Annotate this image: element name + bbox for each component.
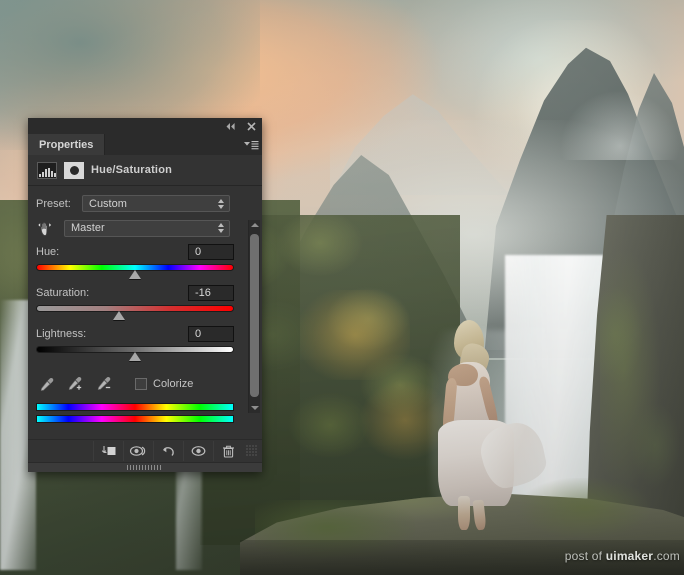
hue-spectrum-bar-bottom[interactable] (36, 415, 234, 423)
channel-row: Master (28, 218, 262, 238)
trash-icon[interactable] (213, 441, 243, 461)
scroll-up-arrow-icon[interactable] (249, 220, 260, 230)
reset-arrow-icon[interactable] (153, 441, 183, 461)
hue-thumb[interactable] (129, 270, 141, 279)
saturation-track-wrap[interactable] (36, 304, 234, 322)
saturation-value-input[interactable]: -16 (188, 285, 234, 301)
saturation-label: Saturation: (36, 287, 89, 299)
colorize-checkbox[interactable] (135, 378, 147, 390)
lightness-label: Lightness: (36, 328, 86, 340)
tabbar-empty-space (105, 134, 240, 155)
lightness-slider-block: Lightness: 0 (28, 326, 262, 363)
eyedropper-minus-icon[interactable] (96, 375, 114, 393)
eyedropper-icon[interactable] (38, 375, 56, 393)
channel-value: Master (71, 222, 216, 234)
tab-properties[interactable]: Properties (28, 134, 105, 155)
panel-drag-strip[interactable] (28, 462, 262, 472)
panel-topbar (28, 118, 262, 134)
preset-spinner-icon[interactable] (216, 197, 225, 210)
adjustment-header: Hue/Saturation (28, 155, 262, 186)
close-icon[interactable] (245, 120, 257, 132)
lightness-slider-head: Lightness: 0 (36, 326, 234, 342)
panel-vertical-scrollbar[interactable] (248, 220, 260, 413)
saturation-track[interactable] (36, 305, 234, 312)
hue-spectrum-bar-top[interactable] (36, 403, 234, 411)
panel-body: Hue/Saturation Preset: Custom (28, 155, 262, 472)
eye-previous-state-icon[interactable] (123, 441, 153, 461)
hue-slider-head: Hue: 0 (36, 244, 234, 260)
colorize-checkbox-group[interactable]: Colorize (135, 378, 193, 390)
channel-spinner-icon[interactable] (216, 222, 225, 235)
panel-footer (28, 439, 262, 462)
panel-menu-icon[interactable] (240, 134, 262, 155)
photoshop-screenshot: post of uimaker.com Properties (0, 0, 684, 575)
eyedropper-plus-icon[interactable] (67, 375, 85, 393)
hue-track-wrap[interactable] (36, 263, 234, 281)
woman-left-leg (458, 496, 470, 530)
channel-select[interactable]: Master (64, 220, 230, 237)
hue-slider-block: Hue: 0 (28, 244, 262, 281)
watermark-prefix: post of (565, 549, 606, 563)
preset-value: Custom (89, 198, 216, 210)
watermark-brand: uimaker (606, 549, 653, 563)
scrollbar-thumb[interactable] (250, 234, 259, 397)
adjustment-controls: Preset: Custom Mas (28, 186, 262, 439)
clip-to-layer-icon[interactable] (93, 441, 123, 461)
saturation-slider-head: Saturation: -16 (36, 285, 234, 301)
preset-select[interactable]: Custom (82, 195, 230, 212)
panel-tabbar: Properties (28, 134, 262, 155)
panel-resize-grip[interactable] (246, 445, 258, 457)
eye-icon[interactable] (183, 441, 213, 461)
targeted-adjustment-hand-icon[interactable] (36, 218, 58, 238)
scroll-down-arrow-icon[interactable] (249, 403, 260, 413)
adjustment-title: Hue/Saturation (91, 164, 172, 176)
layer-mask-icon[interactable] (64, 162, 84, 179)
tab-properties-label: Properties (39, 139, 93, 151)
right-cliff-moss (600, 250, 660, 490)
panel-drag-dots (127, 465, 163, 470)
hue-saturation-adjustment-icon[interactable] (37, 162, 57, 179)
collapse-double-arrow-icon[interactable] (224, 120, 236, 132)
preset-label: Preset: (36, 198, 76, 210)
woman-figure (430, 320, 550, 535)
lightness-track-wrap[interactable] (36, 345, 234, 363)
eyedropper-row: Colorize (28, 367, 262, 399)
lightness-value-input[interactable]: 0 (188, 326, 234, 342)
hue-value-input[interactable]: 0 (188, 244, 234, 260)
properties-panel[interactable]: Properties (28, 118, 262, 472)
spectrum-area (28, 399, 262, 433)
colorize-label: Colorize (153, 378, 193, 390)
preset-row: Preset: Custom (28, 195, 262, 212)
lightness-thumb[interactable] (129, 352, 141, 361)
watermark: post of uimaker.com (565, 549, 680, 563)
saturation-slider-block: Saturation: -16 (28, 285, 262, 322)
autumn-foliage-upper (300, 290, 410, 380)
saturation-thumb[interactable] (113, 311, 125, 320)
watermark-suffix: .com (653, 549, 680, 563)
hue-label: Hue: (36, 246, 59, 258)
